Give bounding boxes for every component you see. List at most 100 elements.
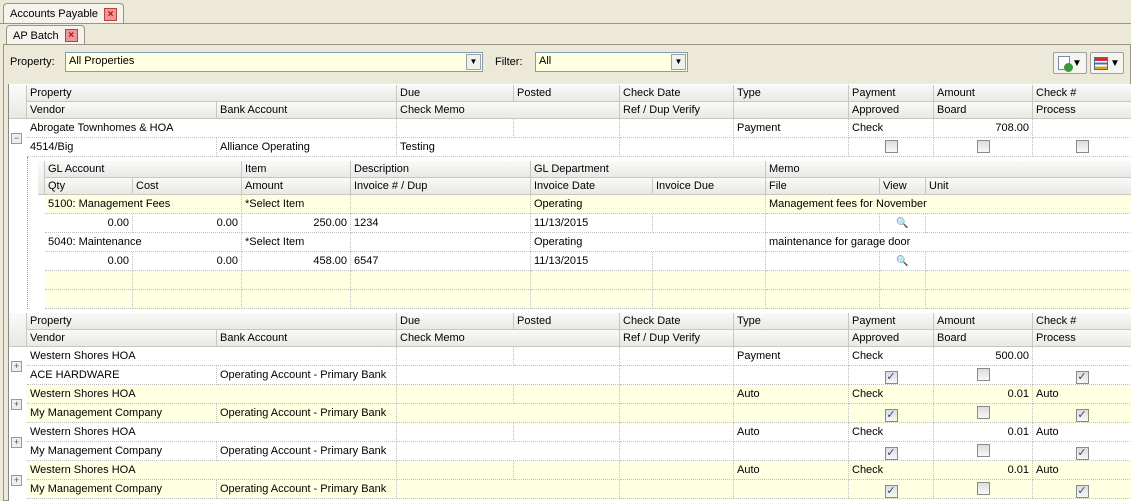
- chevron-down-icon[interactable]: ▼: [671, 54, 686, 70]
- invoice-date-cell[interactable]: 11/13/2015: [531, 252, 653, 271]
- column-header[interactable]: Process: [1033, 330, 1131, 347]
- layout-menu-button[interactable]: ▼: [1090, 52, 1124, 74]
- expand-icon[interactable]: +: [11, 399, 22, 410]
- empty-cell[interactable]: [766, 214, 880, 233]
- checkbox[interactable]: [976, 368, 990, 381]
- column-header[interactable]: Property: [27, 85, 397, 102]
- checkbox[interactable]: ✓: [884, 485, 898, 498]
- checkbox[interactable]: [976, 140, 990, 153]
- sub-column-header[interactable]: GL Department: [531, 161, 766, 178]
- column-header[interactable]: Check Date: [620, 85, 734, 102]
- new-line-cell[interactable]: [133, 271, 242, 290]
- qty-cell[interactable]: 0.00: [45, 252, 133, 271]
- column-header[interactable]: Bank Account: [217, 102, 397, 119]
- column-header[interactable]: Payment: [849, 313, 934, 330]
- column-header[interactable]: Type: [734, 85, 849, 102]
- checkbox[interactable]: ✓: [1075, 371, 1089, 384]
- collapse-icon[interactable]: −: [11, 133, 22, 144]
- column-header[interactable]: Check #: [1033, 85, 1131, 102]
- amount-cell[interactable]: 250.00: [242, 214, 351, 233]
- checkbox[interactable]: [976, 406, 990, 419]
- gl-account-cell[interactable]: 5100: Management Fees: [45, 195, 242, 214]
- approved-cell[interactable]: [849, 138, 934, 157]
- new-line-cell[interactable]: [45, 290, 133, 309]
- new-line-cell[interactable]: [766, 290, 880, 309]
- sub-column-header[interactable]: Qty: [45, 178, 133, 195]
- checkbox[interactable]: ✓: [884, 409, 898, 422]
- column-header[interactable]: Check Memo: [397, 330, 620, 347]
- new-line-cell[interactable]: [45, 271, 133, 290]
- expand-icon[interactable]: +: [11, 361, 22, 372]
- invoice-cell[interactable]: 1234: [351, 214, 531, 233]
- memo-cell[interactable]: Management fees for November: [766, 195, 1131, 214]
- board-cell[interactable]: [934, 138, 1033, 157]
- column-header[interactable]: Payment: [849, 85, 934, 102]
- new-line-cell[interactable]: [926, 290, 1131, 309]
- sub-column-header[interactable]: Cost: [133, 178, 242, 195]
- empty-cell[interactable]: [766, 252, 880, 271]
- item-cell[interactable]: *Select Item: [242, 233, 351, 252]
- board-cell[interactable]: [934, 442, 1033, 461]
- approved-cell[interactable]: ✓: [849, 480, 934, 499]
- new-line-cell[interactable]: [242, 290, 351, 309]
- checkbox[interactable]: [976, 444, 990, 457]
- empty-cell[interactable]: [926, 252, 1131, 271]
- sub-column-header[interactable]: View: [880, 178, 926, 195]
- amount-cell[interactable]: 458.00: [242, 252, 351, 271]
- process-cell[interactable]: ✓: [1033, 480, 1131, 499]
- approved-cell[interactable]: ✓: [849, 442, 934, 461]
- board-cell[interactable]: [934, 480, 1033, 499]
- column-header[interactable]: Approved: [849, 102, 934, 119]
- invoice-date-cell[interactable]: 11/13/2015: [531, 214, 653, 233]
- memo-cell[interactable]: maintenance for garage door: [766, 233, 1131, 252]
- checkbox[interactable]: [884, 140, 898, 153]
- column-header[interactable]: Bank Account: [217, 330, 397, 347]
- new-line-cell[interactable]: [531, 290, 653, 309]
- close-icon[interactable]: ×: [64, 29, 78, 42]
- new-line-cell[interactable]: [766, 271, 880, 290]
- board-cell[interactable]: [934, 366, 1033, 385]
- column-header[interactable]: Vendor: [27, 330, 217, 347]
- qty-cell[interactable]: 0.00: [45, 214, 133, 233]
- new-line-cell[interactable]: [926, 271, 1131, 290]
- description-cell[interactable]: [351, 195, 531, 214]
- process-cell[interactable]: ✓: [1033, 366, 1131, 385]
- gl-account-cell[interactable]: 5040: Maintenance: [45, 233, 242, 252]
- empty-cell[interactable]: [926, 214, 1131, 233]
- cost-cell[interactable]: 0.00: [133, 252, 242, 271]
- view-cell[interactable]: 🔍: [880, 214, 926, 233]
- column-header[interactable]: Property: [27, 313, 397, 330]
- board-cell[interactable]: [934, 404, 1033, 423]
- column-header[interactable]: Vendor: [27, 102, 217, 119]
- tab-ap-batch[interactable]: AP Batch ×: [6, 25, 85, 45]
- view-cell[interactable]: 🔍: [880, 252, 926, 271]
- new-line-cell[interactable]: [880, 290, 926, 309]
- column-header[interactable]: Board: [934, 330, 1033, 347]
- process-cell[interactable]: [1033, 138, 1131, 157]
- cost-cell[interactable]: 0.00: [133, 214, 242, 233]
- checkbox[interactable]: ✓: [884, 371, 898, 384]
- approve-menu-button[interactable]: ▼: [1053, 52, 1087, 74]
- checkbox[interactable]: ✓: [1075, 485, 1089, 498]
- invoice-cell[interactable]: 6547: [351, 252, 531, 271]
- new-line-cell[interactable]: [653, 271, 766, 290]
- checkbox[interactable]: ✓: [1075, 409, 1089, 422]
- checkbox[interactable]: ✓: [1075, 447, 1089, 460]
- empty-cell[interactable]: [653, 252, 766, 271]
- magnifier-icon[interactable]: 🔍: [896, 218, 908, 229]
- column-header[interactable]: Board: [934, 102, 1033, 119]
- checkbox[interactable]: ✓: [884, 447, 898, 460]
- empty-cell[interactable]: [653, 214, 766, 233]
- column-header[interactable]: Check Memo: [397, 102, 620, 119]
- sub-column-header[interactable]: GL Account: [45, 161, 242, 178]
- column-header[interactable]: Due: [397, 85, 514, 102]
- expand-icon[interactable]: +: [11, 475, 22, 486]
- new-line-cell[interactable]: [531, 271, 653, 290]
- sub-column-header[interactable]: Description: [351, 161, 531, 178]
- new-line-cell[interactable]: [880, 271, 926, 290]
- new-line-cell[interactable]: [133, 290, 242, 309]
- sub-column-header[interactable]: Unit: [926, 178, 1131, 195]
- column-header[interactable]: Amount: [934, 85, 1033, 102]
- column-header[interactable]: Ref / Dup Verify: [620, 102, 734, 119]
- sub-column-header[interactable]: Memo: [766, 161, 1131, 178]
